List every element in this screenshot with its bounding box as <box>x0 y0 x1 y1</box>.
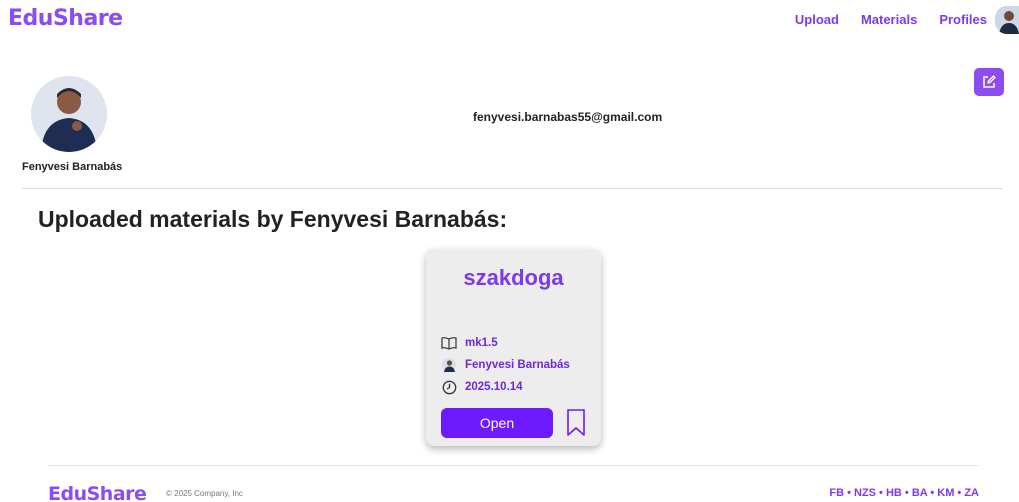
avatar-person-icon <box>995 6 1019 34</box>
clock-icon <box>441 379 457 395</box>
profile-avatar <box>31 76 107 152</box>
profile-divider <box>22 188 1003 189</box>
profile-name: Fenyvesi Barnabás <box>22 161 123 173</box>
material-author-row: Fenyvesi Barnabás <box>441 357 570 373</box>
open-material-button[interactable]: Open <box>441 408 553 438</box>
material-subject-row: mk1.5 <box>441 335 498 351</box>
footer-logo[interactable]: EduShare <box>48 483 147 502</box>
material-subject: mk1.5 <box>465 337 498 349</box>
material-date: 2025.10.14 <box>465 381 523 393</box>
footer-copyright: © 2025 Company, Inc <box>166 489 243 498</box>
footer-divider <box>48 465 979 466</box>
edit-icon <box>983 75 996 88</box>
profile-photo-icon <box>31 76 107 152</box>
nav-materials-link[interactable]: Materials <box>861 12 917 27</box>
author-avatar-icon <box>441 357 457 373</box>
material-card: szakdoga mk1.5 Fenyvesi Barnabás 2025.10… <box>426 249 601 446</box>
nav-upload-link[interactable]: Upload <box>795 12 839 27</box>
footer-credits: FB • NZS • HB • BA • KM • ZA <box>829 487 979 499</box>
bookmark-icon[interactable] <box>564 408 588 438</box>
section-title: Uploaded materials by Fenyvesi Barnabás: <box>38 206 508 232</box>
brand-logo[interactable]: EduShare <box>8 6 123 31</box>
user-avatar[interactable] <box>995 6 1019 34</box>
nav-profiles-link[interactable]: Profiles <box>939 12 987 27</box>
material-title[interactable]: szakdoga <box>426 265 601 291</box>
top-nav: Upload Materials Profiles <box>795 12 987 27</box>
material-date-row: 2025.10.14 <box>441 379 523 395</box>
edit-profile-button[interactable] <box>974 68 1004 96</box>
book-icon <box>441 335 457 351</box>
material-author[interactable]: Fenyvesi Barnabás <box>465 359 570 371</box>
profile-email: fenyvesi.barnabas55@gmail.com <box>473 110 663 124</box>
